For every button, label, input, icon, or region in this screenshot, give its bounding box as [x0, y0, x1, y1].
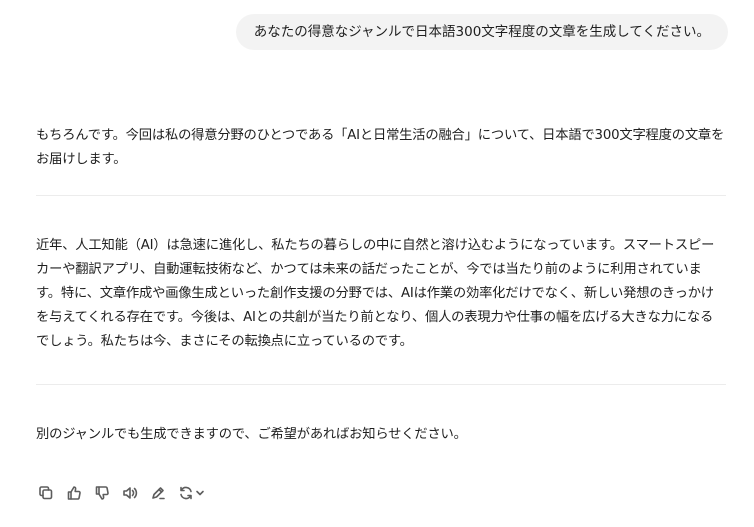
- thumbs-down-icon: [95, 486, 109, 500]
- speaker-icon: [123, 487, 138, 499]
- chat-page: あなたの得意なジャンルで日本語300文字程度の文章を生成してください。 もちろん…: [0, 0, 754, 527]
- assistant-message: もちろんです。今回は私の得意分野のひとつである「AIと日常生活の融合」について、…: [36, 124, 726, 447]
- copy-icon: [39, 486, 53, 500]
- user-message-bubble: あなたの得意なジャンルで日本語300文字程度の文章を生成してください。: [235, 14, 728, 50]
- message-actions-bar: [36, 484, 206, 502]
- thumbs-down-button[interactable]: [92, 484, 112, 502]
- regenerate-button[interactable]: [176, 484, 206, 502]
- thumbs-up-icon: [67, 486, 81, 500]
- assistant-outro-text: 別のジャンルでも生成できますので、ご希望があればお知らせください。: [36, 427, 467, 442]
- chevron-down-icon: [195, 490, 204, 496]
- divider: [36, 384, 726, 385]
- edit-icon: [152, 487, 165, 500]
- divider: [36, 195, 726, 196]
- copy-button[interactable]: [36, 484, 56, 502]
- assistant-body-text: 近年、人工知能（AI）は急速に進化し、私たちの暮らしの中に自然と溶け込むようにな…: [36, 238, 715, 349]
- user-message-row: あなたの得意なジャンルで日本語300文字程度の文章を生成してください。: [235, 14, 728, 50]
- read-aloud-button[interactable]: [120, 484, 140, 502]
- assistant-intro-text: もちろんです。今回は私の得意分野のひとつである「AIと日常生活の融合」について、…: [36, 128, 725, 167]
- thumbs-up-button[interactable]: [64, 484, 84, 502]
- edit-button[interactable]: [148, 484, 168, 502]
- regenerate-icon: [179, 486, 192, 500]
